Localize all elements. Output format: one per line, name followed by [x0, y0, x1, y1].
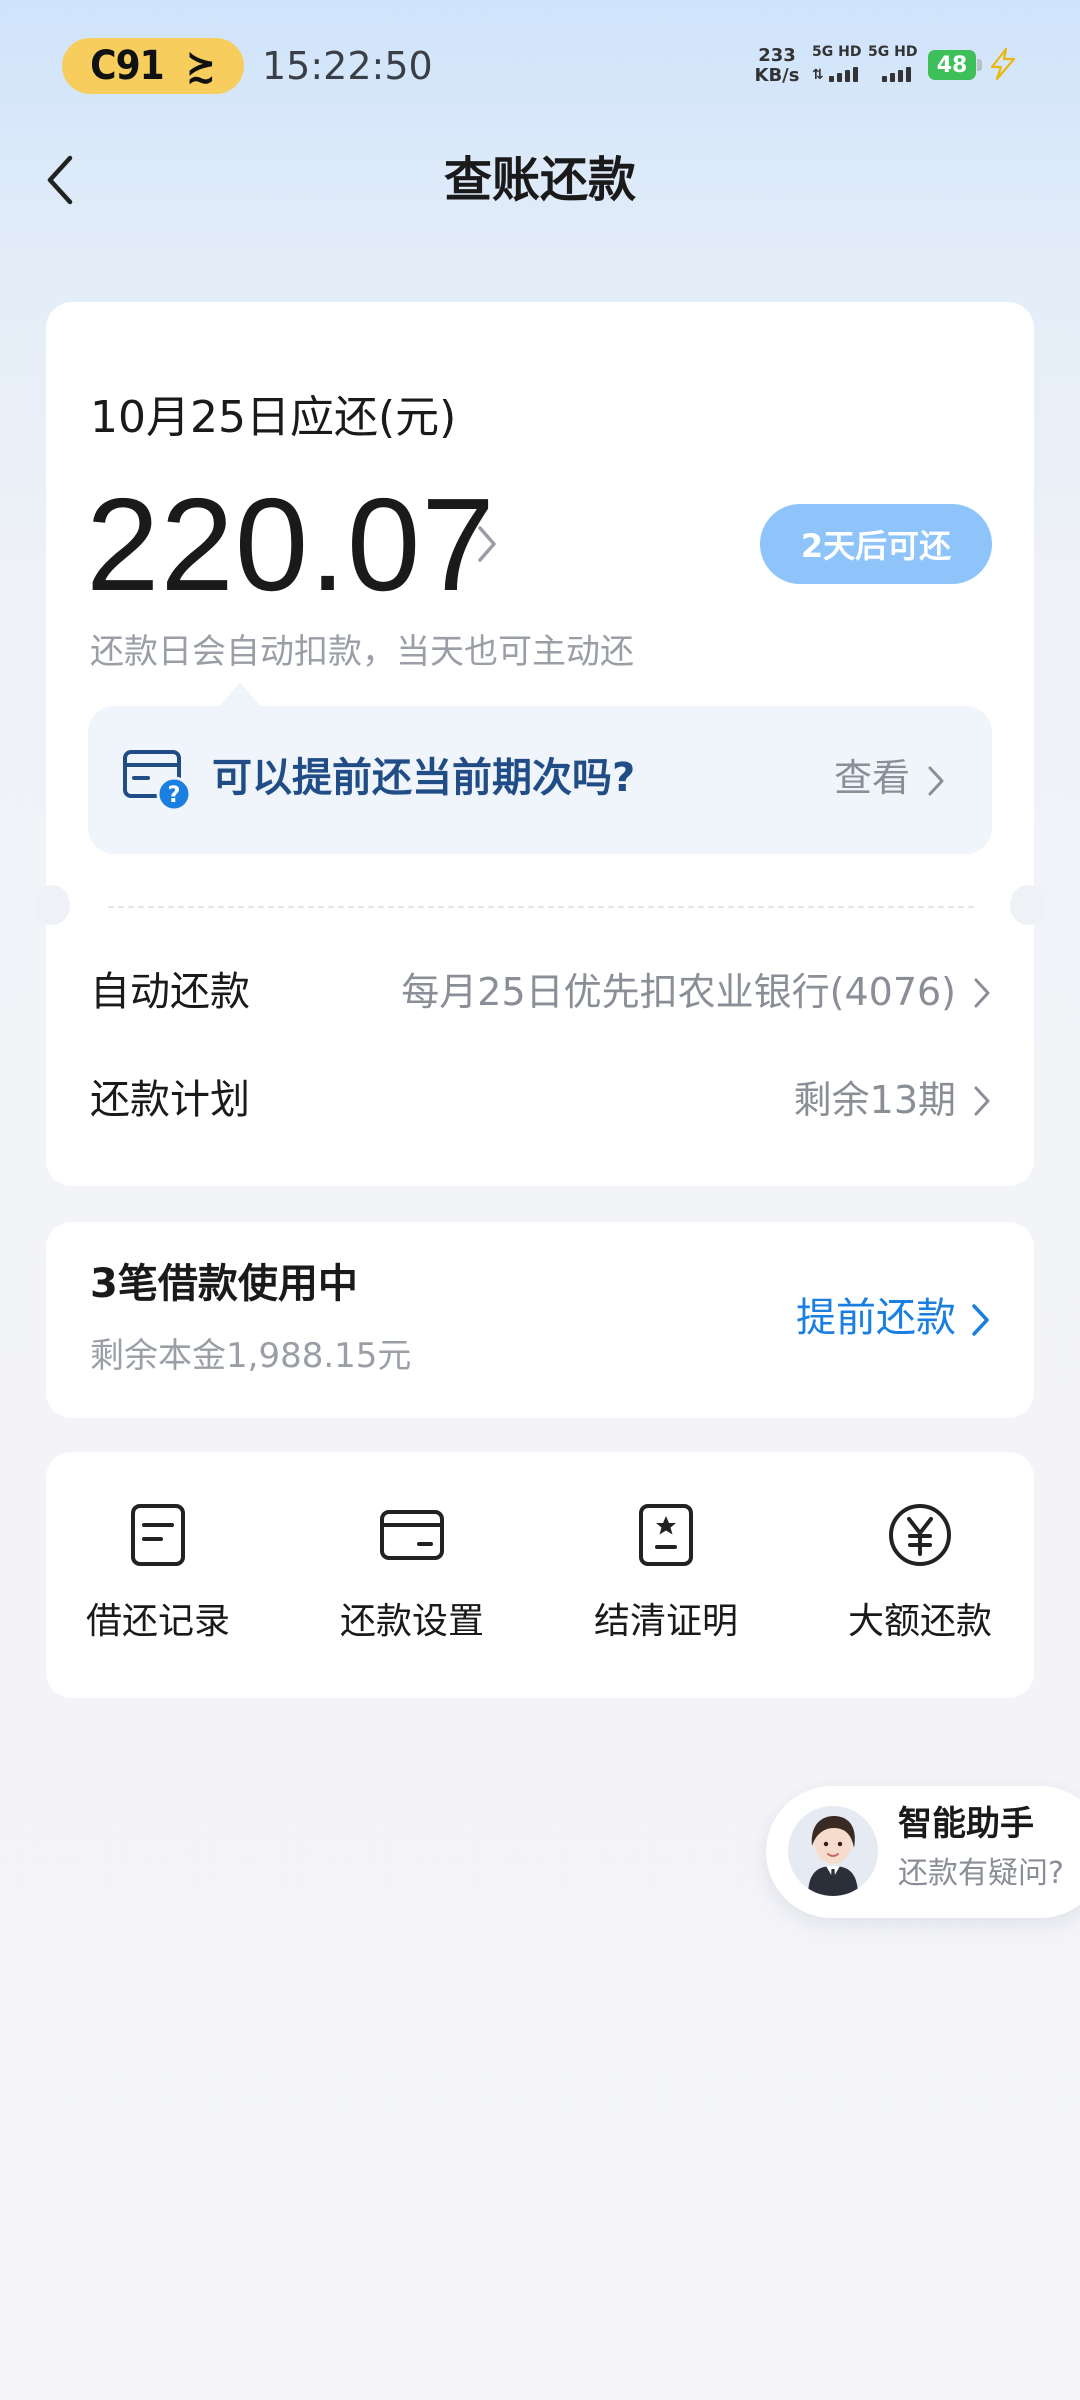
page-title: 查账还款	[443, 152, 636, 208]
chevron-right-icon[interactable]	[972, 976, 992, 1010]
sim1-label: 5G HD	[812, 44, 862, 60]
auto-repay-value[interactable]: 每月25日优先扣农业银行(4076)	[380, 962, 956, 1022]
tool-label: 结清证明	[593, 1601, 738, 1642]
assistant-avatar-icon	[788, 1806, 878, 1896]
tool-label: 还款设置	[339, 1601, 484, 1642]
auto-repay-label: 自动还款	[90, 969, 250, 1015]
network-speed-value: 233	[758, 45, 796, 66]
assistant-avatar[interactable]	[788, 1806, 878, 1896]
card-icon	[380, 1510, 444, 1560]
card-notch-right	[1010, 885, 1046, 925]
repay-plan-value[interactable]: 剩余13期	[680, 1070, 956, 1130]
status-time: 15:22:50	[262, 44, 433, 88]
chevron-right-icon[interactable]	[972, 1084, 992, 1118]
sim2-label: 5G HD	[868, 44, 918, 60]
tool-label: 借还记录	[85, 1601, 230, 1642]
repay-plan-label: 还款计划	[90, 1077, 250, 1123]
train-ticket-pill[interactable]: C91 ≿	[62, 38, 244, 94]
tool-large-repay[interactable]: 大额还款	[810, 1500, 1030, 1670]
assistant-title: 智能助手	[898, 1804, 1034, 1844]
assistant-subtitle: 还款有疑问?	[898, 1856, 1064, 1891]
gate-icon: ≿	[185, 43, 216, 89]
auto-deduct-hint: 还款日会自动扣款，当天也可主动还	[90, 632, 634, 672]
tool-settlement-proof[interactable]: 结清证明	[556, 1500, 776, 1670]
faq-pointer	[218, 682, 262, 708]
yuan-icon	[889, 1504, 951, 1566]
network-speed: 233 KB/s	[752, 46, 802, 86]
charging-icon	[990, 48, 1016, 80]
prepay-link[interactable]: 提前还款	[796, 1288, 956, 1348]
certificate-icon	[639, 1504, 693, 1566]
due-date-label: 10月25日应还(元)	[90, 392, 457, 443]
battery-cap	[977, 59, 982, 71]
battery-level: 48	[936, 52, 968, 78]
card-notch-left	[34, 885, 70, 925]
train-code: C91	[90, 43, 164, 89]
tool-repay-settings[interactable]: 还款设置	[302, 1500, 522, 1670]
record-icon	[131, 1504, 185, 1566]
sim1-signal-icon: 5G HD ⇅	[812, 44, 862, 83]
battery-icon: 48	[928, 50, 976, 80]
faq-question[interactable]: 可以提前还当前期次吗?	[212, 748, 635, 808]
due-amount[interactable]: 220.07	[86, 470, 496, 620]
loan-count-title: 3笔借款使用中	[90, 1261, 358, 1307]
status-bar: C91 ≿ 15:22:50 233 KB/s 5G HD ⇅ 5G HD 48	[0, 0, 1080, 130]
chevron-right-icon[interactable]	[474, 522, 500, 566]
card-question-icon: ?	[123, 750, 192, 812]
network-speed-unit: KB/s	[754, 65, 800, 86]
tool-borrow-records[interactable]: 借还记录	[48, 1500, 268, 1670]
remaining-principal: 剩余本金1,988.15元	[90, 1336, 412, 1376]
faq-view-link[interactable]: 查看	[834, 748, 910, 808]
chevron-right-icon[interactable]	[926, 764, 946, 798]
tool-label: 大额还款	[847, 1601, 992, 1642]
svg-text:?: ?	[168, 783, 181, 808]
repay-later-button[interactable]: 2天后可还	[760, 504, 992, 584]
chevron-right-icon[interactable]	[970, 1302, 992, 1338]
dashed-divider	[108, 906, 974, 908]
sim2-signal-icon: 5G HD	[868, 44, 917, 84]
